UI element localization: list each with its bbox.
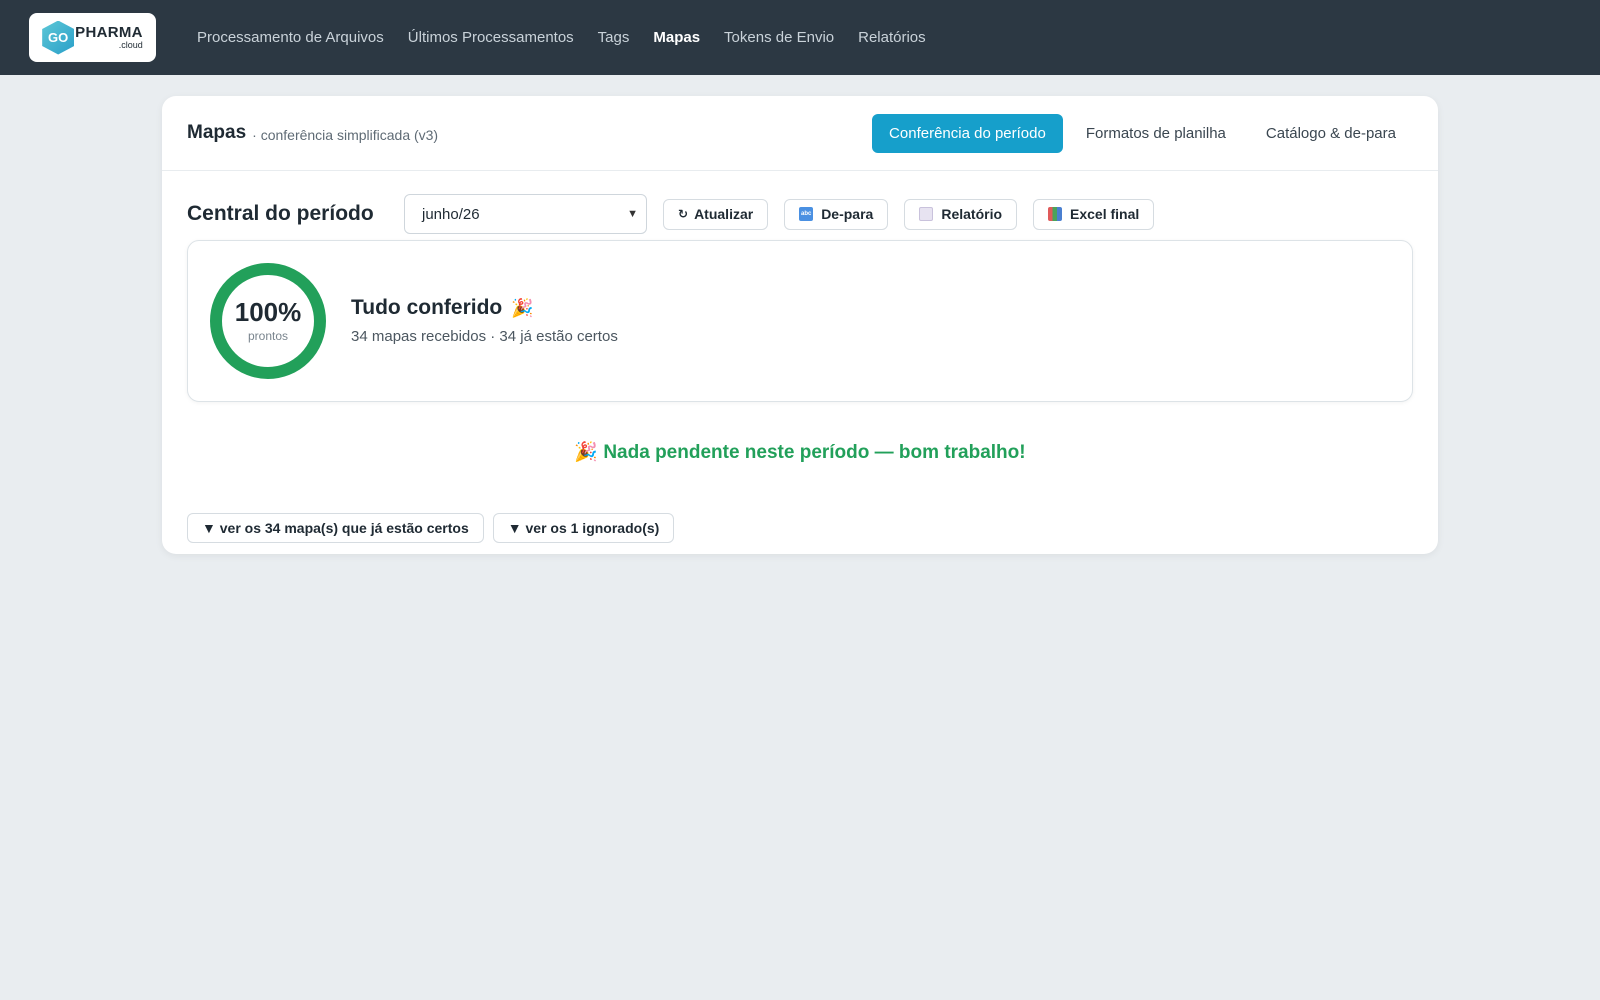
tab-conferencia[interactable]: Conferência do período — [872, 114, 1063, 153]
main-nav: Processamento de Arquivos Últimos Proces… — [185, 29, 938, 46]
mapas-card: Mapas · conferência simplificada (v3) Co… — [162, 96, 1438, 554]
depara-button[interactable]: abc De-para — [784, 198, 889, 230]
refresh-label: Atualizar — [694, 206, 754, 222]
document-icon — [919, 207, 934, 221]
nav-item-relatorios[interactable]: Relatórios — [846, 29, 938, 46]
report-label: Relatório — [941, 206, 1003, 222]
nav-item-tags[interactable]: Tags — [586, 29, 642, 46]
done-message: 🎉 Nada pendente neste período — bom trab… — [162, 440, 1438, 464]
period-toolbar: Central do período junho/26 ▼ ↻ Atualiza… — [187, 194, 1155, 234]
logo-word: PHARMA — [75, 24, 143, 41]
chevron-down-icon: ▼ — [627, 208, 638, 220]
section-title: Central do período — [187, 202, 374, 225]
progress-percent: 100% — [234, 297, 302, 327]
show-ignored-button[interactable]: ▼ ver os 1 ignorado(s) — [492, 513, 675, 543]
period-select-value: junho/26 — [422, 205, 480, 223]
card-header: Mapas · conferência simplificada (v3) Co… — [162, 96, 1438, 171]
nav-item-ultimos[interactable]: Últimos Processamentos — [396, 29, 586, 46]
page-title: Mapas — [187, 122, 247, 143]
tab-formatos[interactable]: Formatos de planilha — [1069, 114, 1243, 153]
view-tabs: Conferência do período Formatos de plani… — [866, 114, 1413, 153]
page-subtitle: · conferência simplificada (v3) — [252, 126, 439, 143]
show-correct-button[interactable]: ▼ ver os 34 mapa(s) que já estão certos — [187, 513, 484, 543]
depara-label: De-para — [821, 206, 874, 222]
nav-item-tokens[interactable]: Tokens de Envio — [712, 29, 846, 46]
refresh-icon: ↻ — [678, 207, 689, 221]
bar-chart-icon — [1048, 207, 1063, 221]
status-panel: 100% prontos Tudo conferido 🎉 34 mapas r… — [187, 240, 1413, 402]
done-message-text: Nada pendente neste período — bom trabal… — [603, 442, 1026, 463]
logo-hexagon-icon: GO — [42, 20, 75, 55]
report-button[interactable]: Relatório — [904, 198, 1018, 230]
gopharma-logo[interactable]: GO PHARMA .cloud — [29, 13, 156, 62]
party-popper-icon: 🎉 — [574, 442, 599, 463]
nav-item-processamento[interactable]: Processamento de Arquivos — [185, 29, 396, 46]
top-navbar: GO PHARMA .cloud Processamento de Arquiv… — [0, 0, 1600, 75]
excel-label: Excel final — [1070, 206, 1140, 222]
nav-item-mapas[interactable]: Mapas — [641, 29, 712, 46]
footer-actions: ▼ ver os 34 mapa(s) que já estão certos … — [187, 513, 683, 543]
progress-ring: 100% prontos — [210, 263, 326, 379]
abc-icon: abc — [799, 207, 814, 221]
logo-sub: .cloud — [118, 40, 143, 50]
progress-label: prontos — [247, 329, 289, 343]
period-select[interactable]: junho/26 ▼ — [404, 194, 647, 234]
logo-mark: GO — [48, 30, 69, 45]
status-summary: 34 mapas recebidos · 34 já estão certos — [351, 328, 618, 345]
excel-button[interactable]: Excel final — [1033, 198, 1155, 230]
party-popper-icon: 🎉 — [511, 297, 534, 318]
refresh-button[interactable]: ↻ Atualizar — [663, 198, 769, 230]
tab-catalogo[interactable]: Catálogo & de-para — [1249, 114, 1413, 153]
status-title: Tudo conferido — [351, 296, 503, 319]
